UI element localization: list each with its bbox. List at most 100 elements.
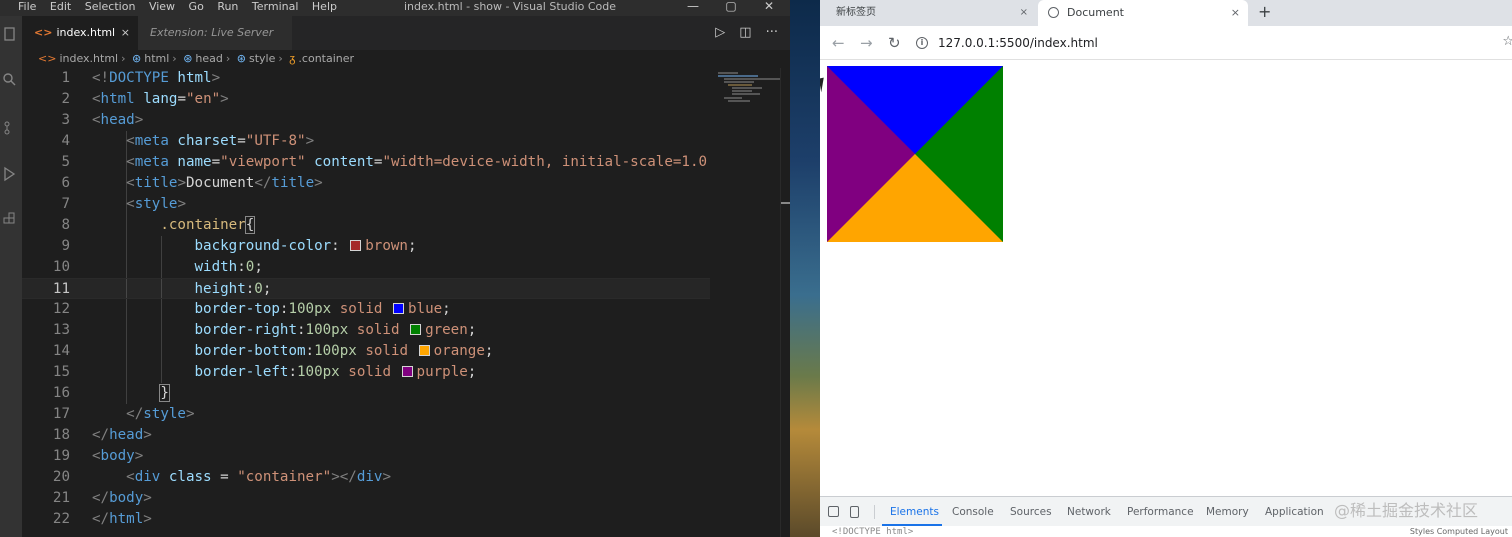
chevron-right-icon: › — [172, 52, 177, 65]
menu-view[interactable]: View — [149, 0, 175, 13]
maximize-icon[interactable]: ▢ — [720, 0, 742, 13]
line-number: 15 — [52, 364, 70, 380]
bookmark-star-icon[interactable]: ☆ — [1502, 34, 1512, 49]
color-swatch-purple[interactable] — [401, 365, 413, 377]
css-border-triangles — [827, 66, 1003, 242]
menu-selection[interactable]: Selection — [85, 0, 136, 13]
inspect-element-icon[interactable] — [828, 506, 839, 517]
line-number: 2 — [61, 91, 70, 107]
menu-file[interactable]: File — [18, 0, 36, 13]
vscode-titlebar: File Edit Selection View Go Run Terminal… — [0, 0, 790, 16]
vscode-window: File Edit Selection View Go Run Terminal… — [0, 0, 790, 537]
devtools-tab-elements[interactable]: Elements — [890, 497, 939, 527]
close-window-icon[interactable]: ✕ — [758, 0, 780, 13]
info-icon[interactable]: i — [916, 36, 928, 49]
devtools-tab-application[interactable]: Application — [1265, 497, 1324, 527]
minimize-icon[interactable]: — — [682, 0, 704, 13]
browser-toolbar: ← → ↻ i 127.0.0.1:5500/index.html ☆ — [820, 26, 1512, 60]
menu-run[interactable]: Run — [217, 0, 238, 13]
devtools-tab-performance[interactable]: Performance — [1127, 497, 1194, 527]
chevron-right-icon: › — [225, 52, 231, 65]
menu-terminal[interactable]: Terminal — [252, 0, 299, 13]
browser-window: 新标签页 × Document × + ← → ↻ i 127.0.0.1:550… — [820, 0, 1512, 537]
code-line: 20 <div class = "container"></div> — [22, 467, 710, 488]
line-number: 1 — [61, 70, 70, 86]
tab-label: Extension: Live Server — [150, 26, 274, 39]
split-editor-icon[interactable]: ◫ — [739, 25, 751, 40]
breadcrumb: <> index.html › ⊛ html › ⊛ head › ⊛ style › ᵹ .co… — [22, 50, 790, 68]
vertical-scrollbar[interactable] — [780, 68, 790, 537]
breadcrumb-item[interactable]: index.html — [59, 52, 118, 65]
device-toolbar-icon[interactable] — [850, 506, 859, 518]
more-icon[interactable]: ··· — [766, 25, 778, 40]
elements-tree[interactable]: <!DOCTYPE html> — [820, 526, 1512, 537]
code-editor[interactable]: 1 <!DOCTYPE html> 2 <html lang="en"> 3 <hea… — [22, 68, 710, 537]
line-number: 14 — [52, 343, 70, 359]
close-icon[interactable]: × — [1020, 0, 1028, 26]
line-number: 20 — [52, 469, 70, 485]
source-control-icon[interactable] — [2, 120, 18, 136]
watermark-text: @稀土掘金技术社区 — [1334, 501, 1479, 520]
color-swatch-brown[interactable] — [350, 239, 362, 251]
code-line: 9 background-color: brown; — [22, 236, 710, 257]
breadcrumb-item[interactable]: .container — [298, 52, 354, 65]
explorer-icon[interactable] — [2, 26, 18, 42]
menu-edit[interactable]: Edit — [50, 0, 71, 13]
close-icon[interactable]: × — [1231, 0, 1240, 26]
color-swatch-green[interactable] — [410, 323, 422, 335]
breadcrumb-item[interactable]: html — [144, 52, 169, 65]
color-swatch-blue[interactable] — [392, 302, 404, 314]
code-line: 8 .container{ — [22, 215, 710, 236]
line-number: 9 — [61, 238, 70, 254]
line-number: 5 — [61, 154, 70, 170]
extensions-icon[interactable] — [2, 212, 18, 228]
element-icon: ⊛ — [183, 52, 193, 65]
close-icon[interactable]: × — [121, 16, 130, 50]
devtools-tab-sources[interactable]: Sources — [1010, 497, 1052, 527]
chevron-right-icon: › — [121, 52, 126, 65]
code-line: 22 </html> — [22, 509, 710, 530]
code-line: 10 width:0; — [22, 257, 710, 278]
address-bar[interactable]: i 127.0.0.1:5500/index.html — [916, 31, 1512, 55]
back-icon[interactable]: ← — [832, 34, 845, 52]
run-icon[interactable]: ▷ — [715, 25, 725, 40]
menu-help[interactable]: Help — [312, 0, 337, 13]
mouse-cursor-icon — [820, 77, 827, 93]
html-file-icon: <> — [38, 52, 57, 65]
browser-tab-document[interactable]: Document × — [1038, 0, 1248, 26]
code-line: 6 <title>Document</title> — [22, 173, 710, 194]
line-number: 22 — [52, 511, 70, 527]
run-debug-icon[interactable] — [2, 166, 18, 182]
devtools-tab-network[interactable]: Network — [1067, 497, 1111, 527]
tab-live-server[interactable]: Extension: Live Server — [138, 16, 292, 50]
devtools-tab-memory[interactable]: Memory — [1206, 497, 1249, 527]
browser-tab-new[interactable]: 新标签页 × — [820, 0, 1036, 26]
code-line: 19 <body> — [22, 446, 710, 467]
globe-icon — [1048, 6, 1059, 18]
tab-index-html[interactable]: <> index.html × — [22, 16, 138, 50]
chevron-right-icon: › — [278, 52, 283, 65]
new-tab-button[interactable]: + — [1258, 0, 1271, 24]
devtools-tab-console[interactable]: Console — [952, 497, 994, 527]
forward-icon[interactable]: → — [860, 34, 873, 52]
line-number: 19 — [52, 448, 70, 464]
devtools-tabbar: Elements Console Sources Network Perform… — [820, 497, 1512, 526]
menu-go[interactable]: Go — [189, 0, 204, 13]
code-line: 5 <meta name="viewport" content="width=d… — [22, 152, 710, 173]
code-line: 1 <!DOCTYPE html> — [22, 68, 710, 89]
selector-icon: ᵹ — [289, 52, 296, 65]
minimap[interactable] — [710, 68, 780, 537]
breadcrumb-item[interactable]: head — [195, 52, 222, 65]
search-icon[interactable] — [2, 72, 18, 88]
line-number: 4 — [61, 133, 70, 149]
code-line: 4 <meta charset="UTF-8"> — [22, 131, 710, 152]
color-swatch-orange[interactable] — [418, 344, 430, 356]
line-number: 17 — [52, 406, 70, 422]
devtools-panel: Elements Console Sources Network Perform… — [820, 496, 1512, 537]
styles-subtabs[interactable]: Styles Computed Layout — [1410, 526, 1508, 537]
reload-icon[interactable]: ↻ — [888, 34, 901, 52]
editor-tabs: <> index.html × Extension: Live Server ▷ ◫… — [22, 16, 790, 50]
breadcrumb-item[interactable]: style — [249, 52, 275, 65]
page-viewport — [820, 60, 1512, 496]
url-text: 127.0.0.1:5500/index.html — [938, 36, 1098, 50]
